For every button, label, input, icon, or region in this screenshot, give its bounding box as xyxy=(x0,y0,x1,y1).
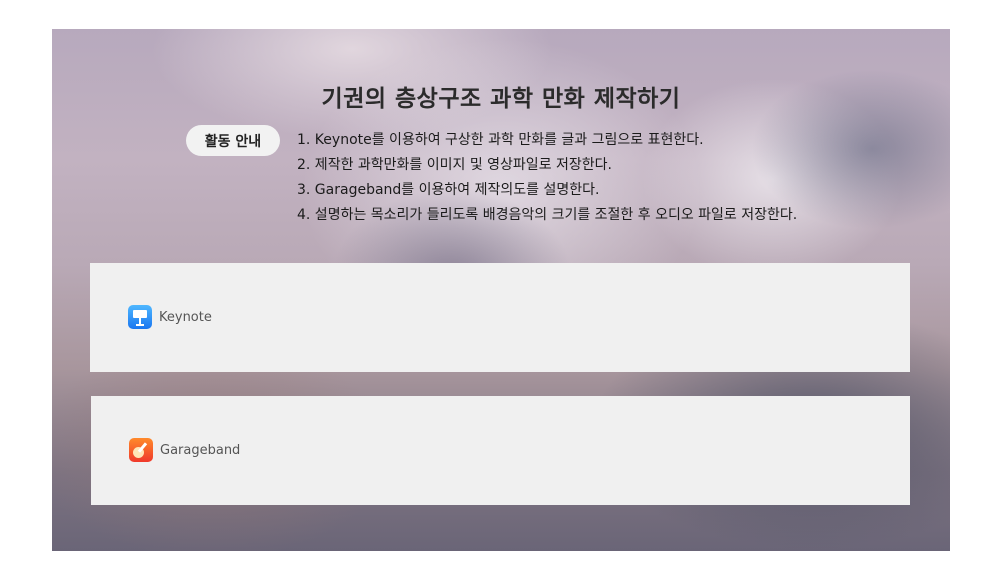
garageband-label: Garageband xyxy=(160,442,241,458)
activity-step: 3. Garageband를 이용하여 제작의도를 설명한다. xyxy=(297,182,600,198)
keynote-label: Keynote xyxy=(159,309,212,325)
activity-step: 4. 설명하는 목소리가 들리도록 배경음악의 크기를 조절한 후 오디오 파일… xyxy=(297,207,798,223)
cloud-background: 기권의 층상구조 과학 만화 제작하기 활동 안내 1. Keynote를 이용… xyxy=(52,29,950,551)
garageband-panel: Garageband xyxy=(91,396,910,505)
keynote-app-link[interactable]: Keynote xyxy=(128,305,212,329)
activity-steps-list: 1. Keynote를 이용하여 구상한 과학 만화를 글과 그림으로 표현한다… xyxy=(297,128,797,228)
activity-step: 2. 제작한 과학만화를 이미지 및 영상파일로 저장한다. xyxy=(297,157,612,173)
page-title: 기권의 층상구조 과학 만화 제작하기 xyxy=(321,86,681,112)
keynote-icon xyxy=(128,305,152,329)
activity-guide-badge: 활동 안내 xyxy=(186,125,280,156)
garageband-app-link[interactable]: Garageband xyxy=(129,438,240,462)
activity-step: 1. Keynote를 이용하여 구상한 과학 만화를 글과 그림으로 표현한다… xyxy=(297,132,704,148)
keynote-panel: Keynote xyxy=(90,263,910,372)
garageband-icon xyxy=(129,438,153,462)
